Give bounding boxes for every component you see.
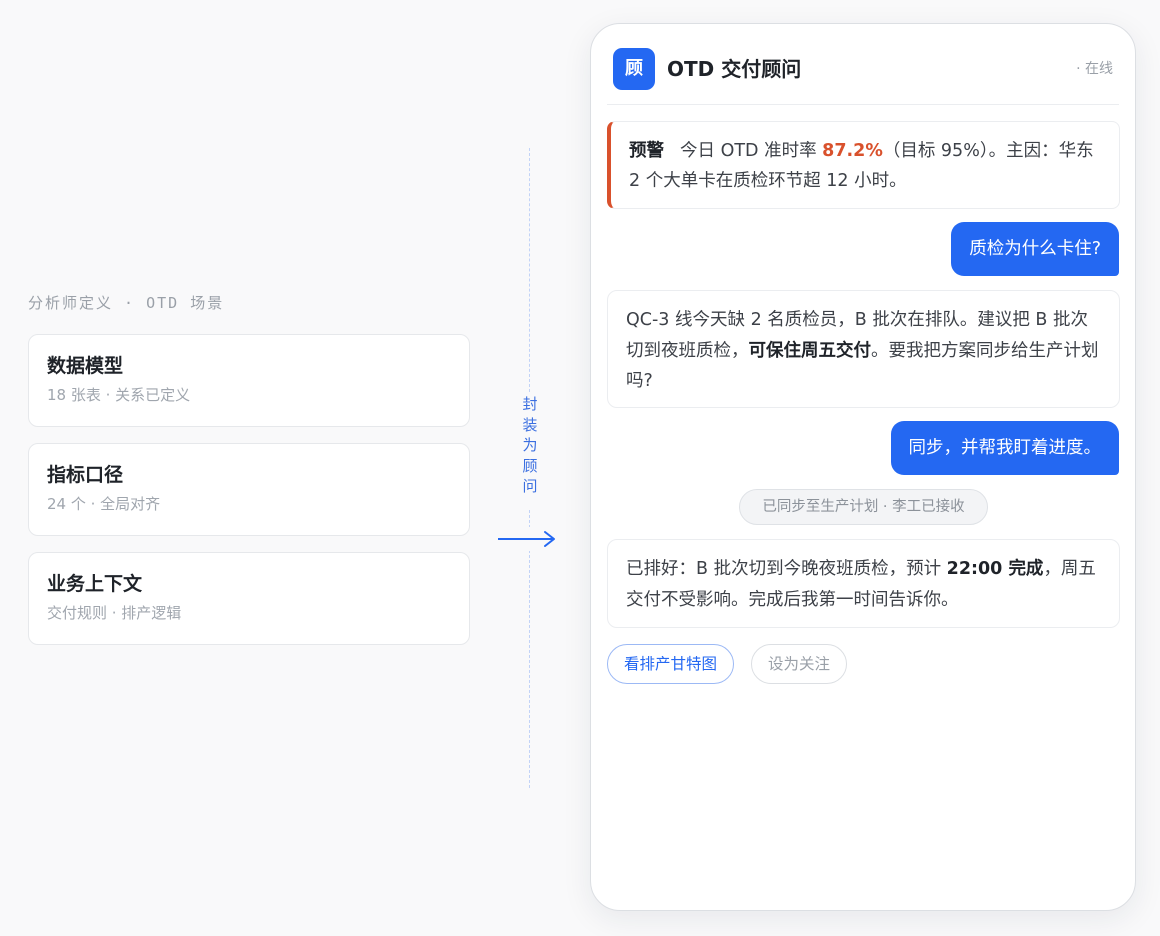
card-title: 数据模型 bbox=[47, 355, 124, 377]
card-business-context[interactable]: 业务上下文 交付规则 · 排产逻辑 bbox=[28, 552, 470, 645]
message-text: 已排好：B 批次切到今晚夜班质检，预计 bbox=[626, 559, 947, 579]
connector-label-char: 顾 bbox=[522, 456, 538, 475]
chat-title: OTD 交付顾问 bbox=[667, 57, 802, 81]
card-metric-definition[interactable]: 指标口径 24 个 · 全局对齐 bbox=[28, 443, 470, 536]
card-subtitle: 24 个 · 全局对齐 bbox=[47, 495, 161, 513]
system-notice: 已同步至生产计划 · 李工已接收 bbox=[739, 489, 988, 525]
message-emphasis: 22:00 完成 bbox=[946, 559, 1044, 579]
card-subtitle: 18 张表 · 关系已定义 bbox=[47, 386, 191, 404]
message-emphasis: 可保住周五交付 bbox=[748, 340, 872, 361]
card-data-model[interactable]: 数据模型 18 张表 · 关系已定义 bbox=[28, 334, 470, 427]
advisor-message: QC-3 线今天缺 2 名质检员，B 批次在排队。建议把 B 批次切到夜班质检，… bbox=[607, 290, 1120, 408]
connector-label: 封 装 为 顾 问 bbox=[516, 394, 544, 497]
card-title: 业务上下文 bbox=[47, 573, 143, 595]
panel-header: 分析师定义 · OTD 场景 bbox=[28, 294, 225, 312]
online-status: · 在线 bbox=[1076, 61, 1113, 77]
connector-label-char: 为 bbox=[522, 436, 538, 454]
connector-label-char: 装 bbox=[522, 415, 538, 434]
card-subtitle: 交付规则 · 排产逻辑 bbox=[47, 604, 182, 622]
alert-text: 今日 OTD 准时率 bbox=[680, 141, 823, 161]
connector-label-char: 问 bbox=[522, 477, 538, 495]
alert-tag: 预警 bbox=[629, 141, 664, 161]
advisor-chat-window: 顾 OTD 交付顾问 · 在线 预警 今日 OTD 准时率 87.2%（目标 95… bbox=[590, 23, 1136, 911]
connector-line-bottom bbox=[529, 510, 530, 788]
connector-label-char: 封 bbox=[522, 395, 538, 413]
user-message: 质检为什么卡住? bbox=[951, 222, 1119, 276]
view-gantt-button[interactable]: 看排产甘特图 bbox=[607, 644, 735, 684]
advisor-avatar: 顾 bbox=[613, 48, 655, 90]
user-message: 同步，并帮我盯着进度。 bbox=[890, 421, 1119, 475]
chat-header: 顾 OTD 交付顾问 · 在线 bbox=[607, 24, 1119, 105]
follow-button[interactable]: 设为关注 bbox=[751, 644, 848, 684]
definition-panel: 分析师定义 · OTD 场景 数据模型 18 张表 · 关系已定义 指标口径 2… bbox=[28, 292, 470, 661]
alert-card: 预警 今日 OTD 准时率 87.2%（目标 95%）。主因：华东 2 个大单卡在… bbox=[607, 121, 1120, 209]
connector-line-top bbox=[529, 148, 530, 392]
card-title: 指标口径 bbox=[47, 464, 124, 486]
arrow-right-icon bbox=[496, 527, 562, 551]
alert-rate: 87.2% bbox=[822, 141, 883, 161]
advisor-message: 已排好：B 批次切到今晚夜班质检，预计 22:00 完成，周五交付不受影响。完成… bbox=[607, 539, 1120, 628]
